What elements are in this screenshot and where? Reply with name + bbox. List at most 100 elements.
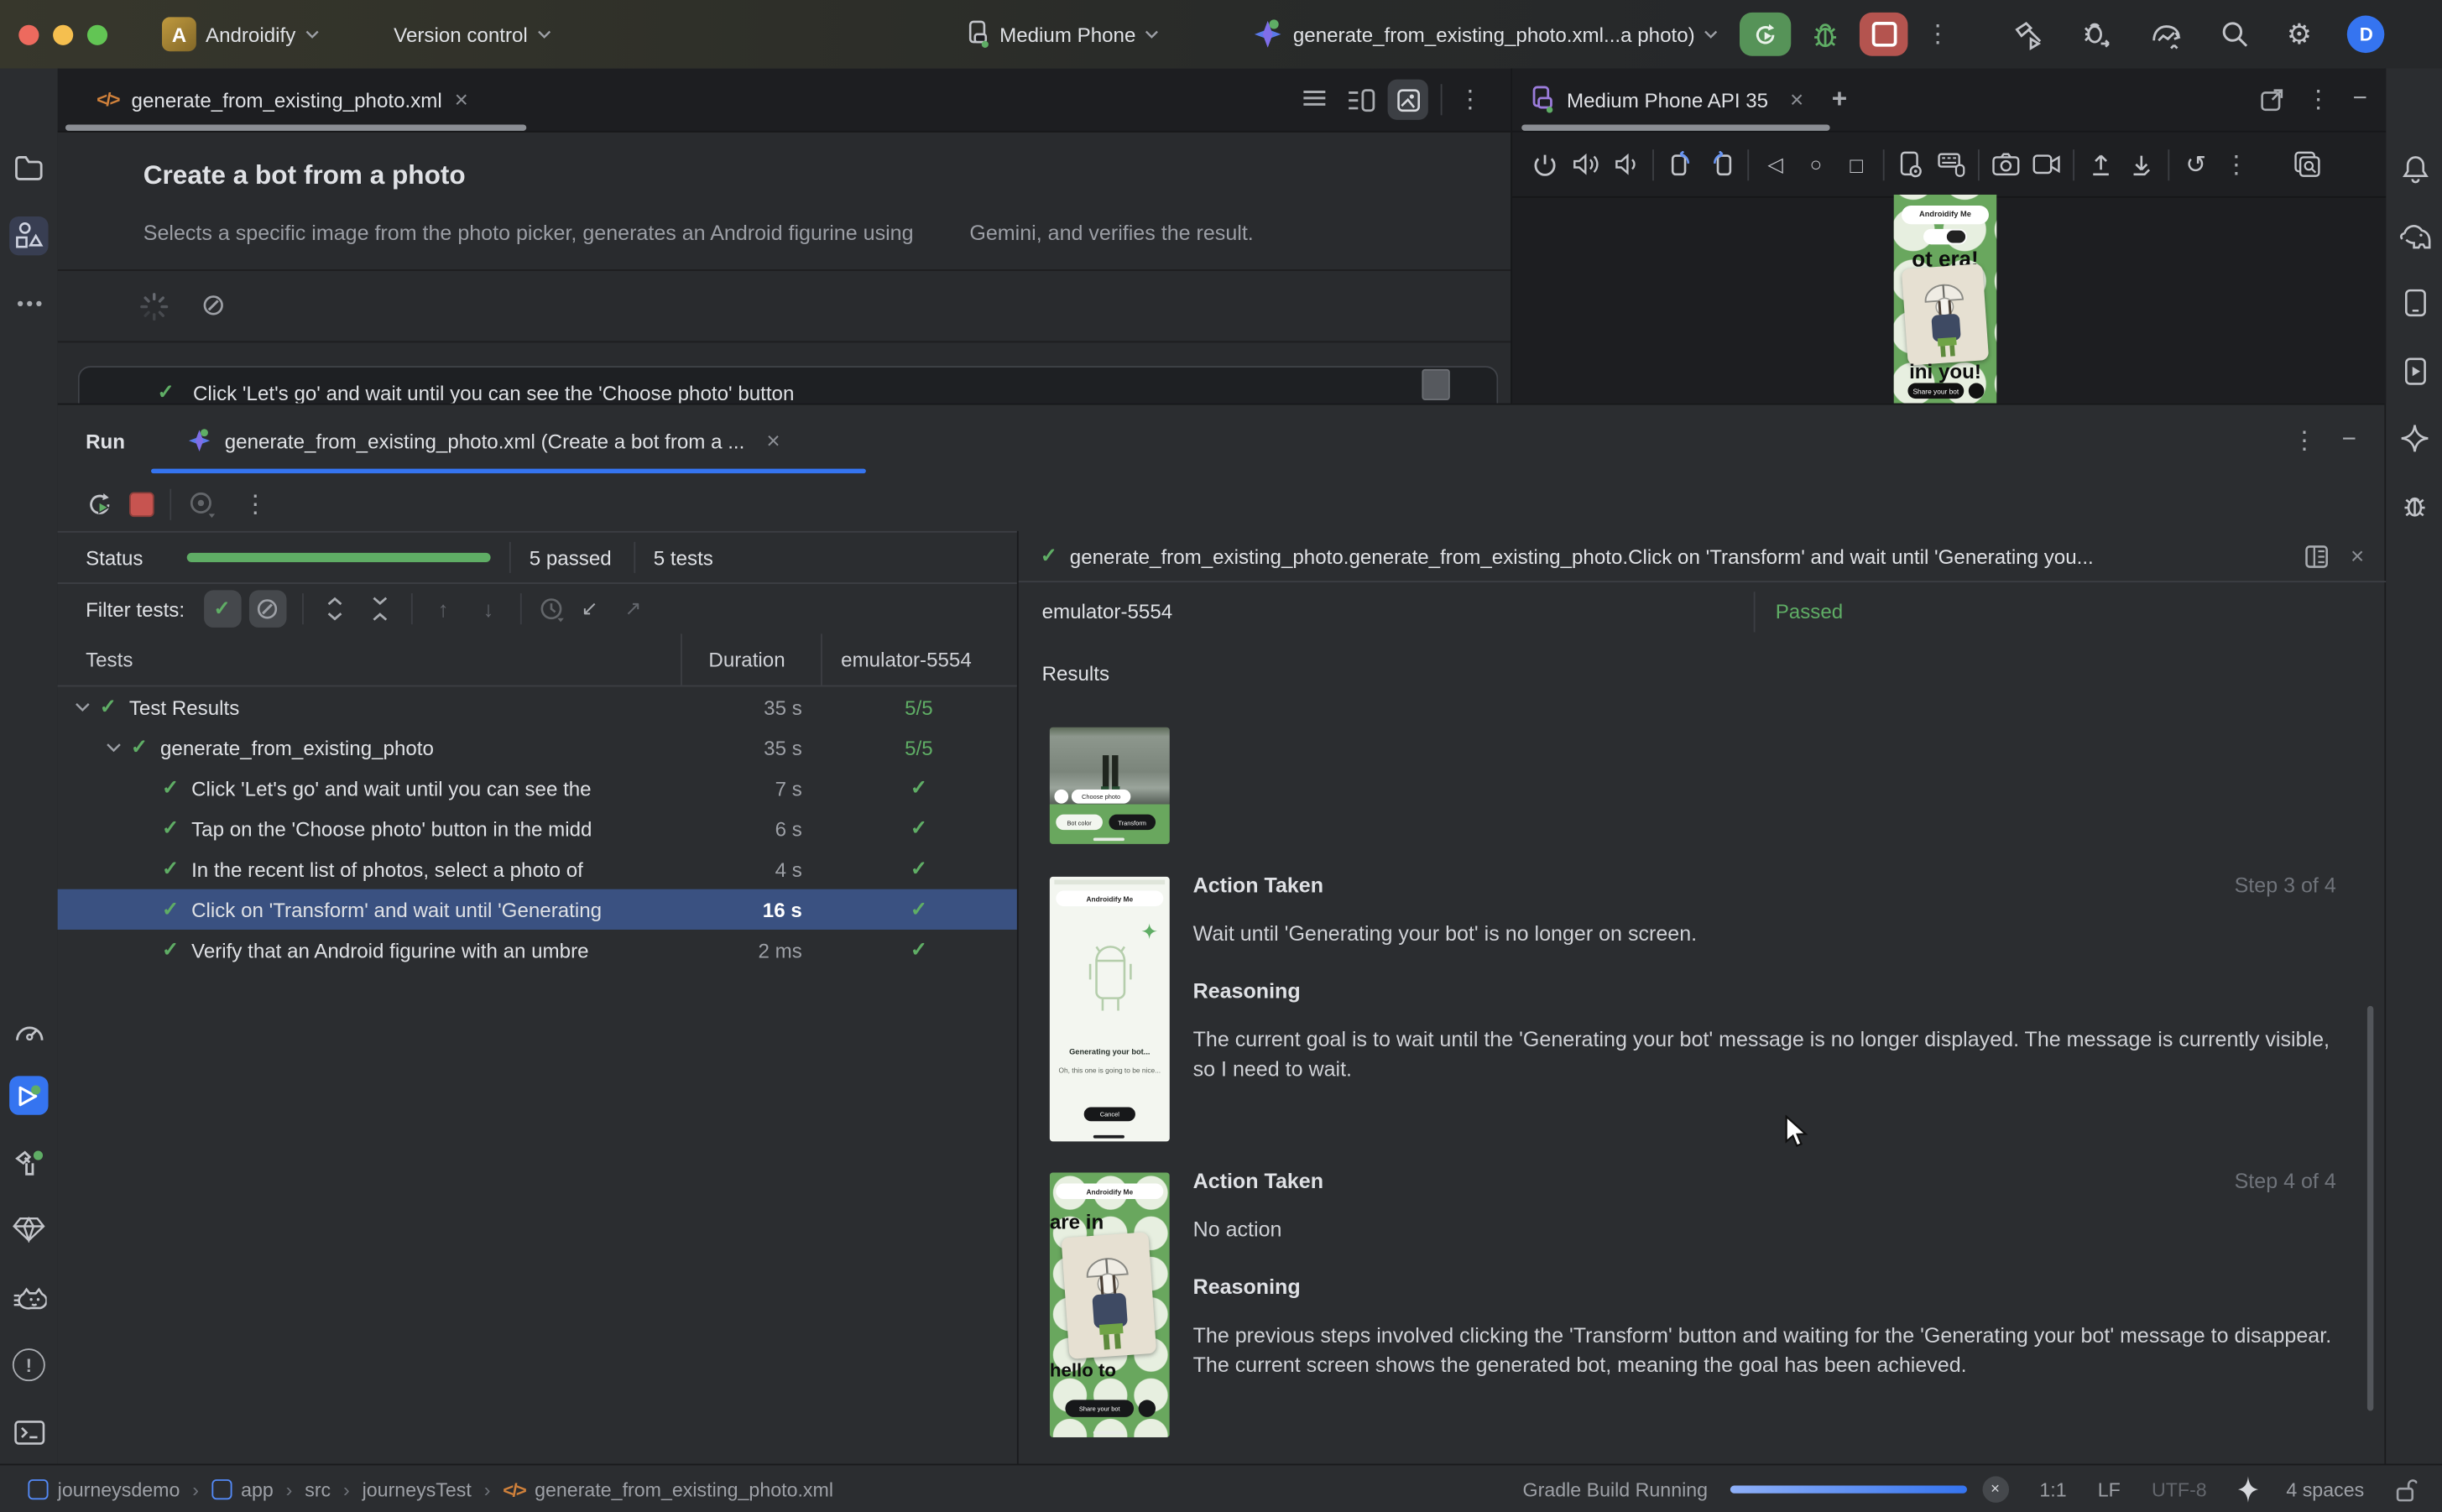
run-configuration-selector[interactable]: generate_from_existing_photo.xml...a pho… — [1253, 18, 1719, 50]
test-tree-row[interactable]: In the recent list of photos, select a p… — [58, 848, 1017, 889]
cancel-build-button[interactable] — [1982, 1476, 2009, 1503]
avatar[interactable]: D — [2348, 16, 2386, 54]
run-panel-options-menu[interactable] — [2292, 425, 2317, 456]
open-in-window-icon[interactable] — [2259, 87, 2284, 112]
save-file-icon[interactable] — [2121, 144, 2162, 185]
watch-options-icon[interactable] — [187, 490, 218, 518]
zoom-window-button[interactable] — [87, 24, 107, 44]
chevron-down-icon[interactable] — [106, 743, 122, 752]
close-window-button[interactable] — [18, 24, 39, 44]
device-more-menu[interactable] — [2216, 144, 2257, 185]
gradle-elephant-icon[interactable] — [2395, 216, 2434, 255]
settings-gear-icon[interactable] — [2287, 18, 2312, 50]
more-tool-windows-icon[interactable] — [9, 284, 48, 322]
detail-scrollbar[interactable] — [2367, 1006, 2373, 1411]
screenshot-camera-icon[interactable] — [1985, 144, 2026, 185]
gemini-sparkle-icon[interactable] — [2395, 419, 2434, 457]
close-tab-icon[interactable] — [766, 427, 780, 454]
project-folder-icon[interactable] — [9, 149, 48, 188]
test-options-menu[interactable] — [243, 488, 269, 519]
hardware-input-icon[interactable] — [1931, 144, 1971, 185]
build-run-icon[interactable] — [2012, 18, 2045, 50]
attach-debugger-icon[interactable] — [2081, 18, 2114, 50]
test-tree-row[interactable]: Tap on the 'Choose photo' button in the … — [58, 808, 1017, 848]
profiler-icon[interactable] — [2150, 18, 2184, 50]
running-devices-icon[interactable] — [2395, 352, 2434, 390]
stop-button[interactable] — [1860, 13, 1908, 56]
column-divider[interactable] — [681, 633, 682, 685]
test-tree-row[interactable]: Test Results 35 s 5/5 — [58, 686, 1017, 727]
breadcrumb-item[interactable]: generate_from_existing_photo.xml — [535, 1478, 833, 1500]
breadcrumb-item[interactable]: journeysdemo — [58, 1478, 180, 1500]
run-tool-window-icon[interactable] — [9, 1076, 48, 1114]
rotate-right-icon[interactable] — [1701, 144, 1741, 185]
layout-inspector-icon[interactable] — [2288, 144, 2328, 185]
next-failed-button[interactable] — [470, 590, 508, 628]
import-test-results-icon[interactable] — [571, 590, 608, 628]
ai-status-icon[interactable] — [2238, 1476, 2258, 1503]
test-tree-row[interactable]: Click 'Let's go' and wait until you can … — [58, 768, 1017, 808]
android-home-icon[interactable] — [1796, 144, 1836, 185]
screenshot-thumbnail-step3[interactable]: Androidify Me Generating your bot... Oh,… — [1050, 877, 1170, 1141]
design-view-button[interactable] — [1388, 80, 1428, 120]
scrollbar-thumb[interactable] — [1422, 369, 1449, 400]
caret-position[interactable]: 1:1 — [2039, 1478, 2066, 1500]
device-tab[interactable]: Medium Phone API 35 — [1512, 84, 1847, 115]
editor-tab[interactable]: generate_from_existing_photo.xml — [58, 86, 468, 113]
collapse-all-button[interactable] — [361, 590, 399, 628]
code-view-button[interactable] — [1294, 80, 1334, 120]
device-settings-icon[interactable] — [1891, 144, 1931, 185]
vcs-widget[interactable]: Version control — [394, 23, 550, 46]
split-output-icon[interactable] — [2305, 545, 2329, 568]
run-tab[interactable]: generate_from_existing_photo.xml (Create… — [187, 427, 780, 454]
unlocked-padlock-icon[interactable] — [2395, 1477, 2417, 1502]
no-run-icon[interactable] — [201, 288, 226, 324]
hide-pane-icon[interactable] — [2353, 86, 2367, 113]
reset-icon[interactable] — [2176, 144, 2216, 185]
test-tree-row[interactable]: generate_from_existing_photo 35 s 5/5 — [58, 727, 1017, 768]
editor-options-menu[interactable] — [1454, 84, 1485, 115]
breadcrumb-item[interactable]: app — [241, 1478, 274, 1500]
power-icon[interactable] — [1525, 144, 1565, 185]
rerun-test-icon[interactable] — [86, 490, 113, 518]
android-overview-icon[interactable] — [1836, 144, 1876, 185]
encoding-indicator[interactable]: UTF-8 — [2152, 1478, 2207, 1500]
breadcrumb-item[interactable]: src — [305, 1478, 331, 1500]
close-tab-icon[interactable] — [1790, 86, 1803, 113]
stop-test-icon[interactable] — [129, 492, 154, 517]
rerun-button[interactable] — [1740, 13, 1791, 56]
screen-record-icon[interactable] — [2026, 144, 2066, 185]
minimize-window-button[interactable] — [53, 24, 73, 44]
column-divider[interactable] — [821, 633, 822, 685]
test-history-icon[interactable] — [534, 590, 571, 628]
show-passed-toggle[interactable] — [203, 590, 241, 628]
chevron-down-icon[interactable] — [75, 702, 91, 712]
screenshot-thumbnail-step2[interactable]: Choose photo Bot color Transform — [1050, 727, 1170, 844]
previous-failed-button[interactable] — [425, 590, 462, 628]
hide-panel-icon[interactable] — [2342, 427, 2356, 455]
screenshot-thumbnail-step4[interactable]: Androidify Me are in hello to Share your… — [1050, 1172, 1170, 1436]
search-icon[interactable] — [2220, 18, 2251, 50]
terminal-icon[interactable] — [9, 1412, 48, 1451]
problems-icon[interactable] — [9, 1345, 48, 1384]
show-ignored-toggle[interactable] — [248, 590, 286, 628]
volume-up-icon[interactable] — [1565, 144, 1605, 185]
logcat-icon[interactable] — [9, 1280, 48, 1319]
app-insights-bug-icon[interactable] — [2395, 486, 2434, 524]
indent-indicator[interactable]: 4 spaces — [2286, 1478, 2364, 1500]
close-detail-icon[interactable] — [2351, 540, 2364, 571]
android-back-icon[interactable] — [1756, 144, 1796, 185]
test-tree-row[interactable]: Verify that an Android figurine with an … — [58, 930, 1017, 970]
volume-down-icon[interactable] — [1605, 144, 1646, 185]
add-device-tab-icon[interactable] — [1832, 84, 1847, 115]
resource-manager-icon[interactable] — [9, 216, 48, 255]
rotate-left-icon[interactable] — [1660, 144, 1700, 185]
build-tool-window-icon[interactable] — [9, 1144, 48, 1183]
split-view-button[interactable] — [1341, 80, 1381, 120]
line-ending-indicator[interactable]: LF — [2098, 1478, 2121, 1500]
project-widget[interactable]: A Androidify — [162, 17, 319, 51]
app-quality-gem-icon[interactable] — [9, 1210, 48, 1249]
device-manager-icon[interactable] — [2395, 284, 2434, 322]
emulator-screen[interactable]: Androidify Me ot era! ini you! Sha — [1894, 195, 1996, 404]
profiler-gauge-icon[interactable] — [9, 1010, 48, 1049]
